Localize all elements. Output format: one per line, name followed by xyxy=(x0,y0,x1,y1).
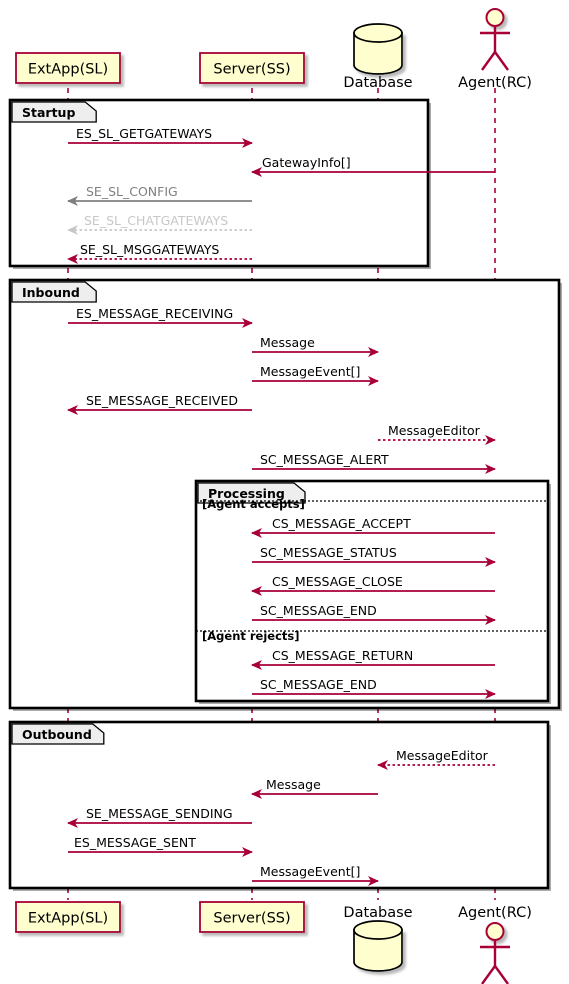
message-label: SE_SL_MSGGATEWAYS xyxy=(80,242,219,257)
participant-label: Agent(RC) xyxy=(458,905,532,921)
group-label: Inbound xyxy=(22,285,80,300)
message-label: MessageEditor xyxy=(388,423,481,438)
message-label: GatewayInfo[] xyxy=(262,155,351,170)
actor-head-icon xyxy=(485,8,505,27)
participant-label: ExtApp(SL) xyxy=(28,911,108,927)
message-label: MessageEditor xyxy=(396,748,489,763)
participant-label: Agent(RC) xyxy=(458,75,532,91)
message-label: Message xyxy=(266,777,321,792)
message-label: CS_MESSAGE_CLOSE xyxy=(272,574,403,589)
message-label: SE_MESSAGE_RECEIVED xyxy=(86,393,238,408)
alt-condition-label: [Agent accepts] xyxy=(202,497,305,511)
participant-label: Server(SS) xyxy=(213,911,290,927)
message-label: SE_SL_CONFIG xyxy=(86,184,178,199)
participant-extapp-top: ExtApp(SL) xyxy=(15,52,121,84)
message-label: CS_MESSAGE_ACCEPT xyxy=(272,516,411,531)
alt-condition-label: [Agent rejects] xyxy=(202,629,300,643)
message-label: SE_SL_CHATGATEWAYS xyxy=(84,213,228,228)
message-inbound-4: MessageEditor xyxy=(378,423,496,445)
participant-database-top xyxy=(353,23,403,75)
database-cylinder-top xyxy=(353,23,403,43)
message-label: CS_MESSAGE_RETURN xyxy=(272,648,413,663)
participant-server-top: Server(SS) xyxy=(199,52,305,84)
message-inbound-0: ES_MESSAGE_RECEIVING xyxy=(68,306,253,328)
message-label: SE_MESSAGE_SENDING xyxy=(86,806,233,821)
alt-group-processing: Processing xyxy=(194,479,551,704)
group-startup: Startup xyxy=(8,98,431,269)
message-inbound-2: MessageEvent[] xyxy=(252,364,379,386)
message-label: SC_MESSAGE_STATUS xyxy=(260,545,397,560)
diagram-canvas: Startup Inbound Processing[Agent accepts] [… xyxy=(0,0,569,984)
message-outbound-4: MessageEvent[] xyxy=(252,864,379,886)
participant-server-bottom: Server(SS) xyxy=(199,901,305,933)
message-label: SC_MESSAGE_END xyxy=(260,603,377,618)
participant-label: ExtApp(SL) xyxy=(28,62,108,78)
message-label: Message xyxy=(260,335,315,350)
participant-label: Database xyxy=(343,75,412,91)
database-cylinder-top xyxy=(353,920,403,940)
participant-extapp-bottom: ExtApp(SL) xyxy=(15,901,121,933)
message-label: MessageEvent[] xyxy=(260,864,360,879)
message-inbound-3: SE_MESSAGE_RECEIVED xyxy=(67,393,252,415)
participant-label: Server(SS) xyxy=(213,62,290,78)
participant-label: Database xyxy=(343,905,412,921)
message-outbound-2: SE_MESSAGE_SENDING xyxy=(67,806,252,828)
group-label: Outbound xyxy=(22,727,92,742)
actor-head-icon xyxy=(485,922,505,941)
message-label: ES_SL_GETGATEWAYS xyxy=(76,126,212,141)
message-label: MessageEvent[] xyxy=(260,364,360,379)
sequence-diagram: Startup Inbound Processing [Agent accepts] [… xyxy=(0,0,569,984)
message-label: SC_MESSAGE_END xyxy=(260,677,377,692)
message-label: ES_MESSAGE_SENT xyxy=(74,835,196,850)
participant-database-bottom xyxy=(353,920,403,972)
group-label: Startup xyxy=(22,105,75,120)
message-label: ES_MESSAGE_RECEIVING xyxy=(76,306,233,321)
message-outbound-0: MessageEditor xyxy=(377,748,495,770)
message-label: SC_MESSAGE_ALERT xyxy=(260,452,389,467)
message-startup-3: SE_SL_CHATGATEWAYS xyxy=(67,213,252,235)
